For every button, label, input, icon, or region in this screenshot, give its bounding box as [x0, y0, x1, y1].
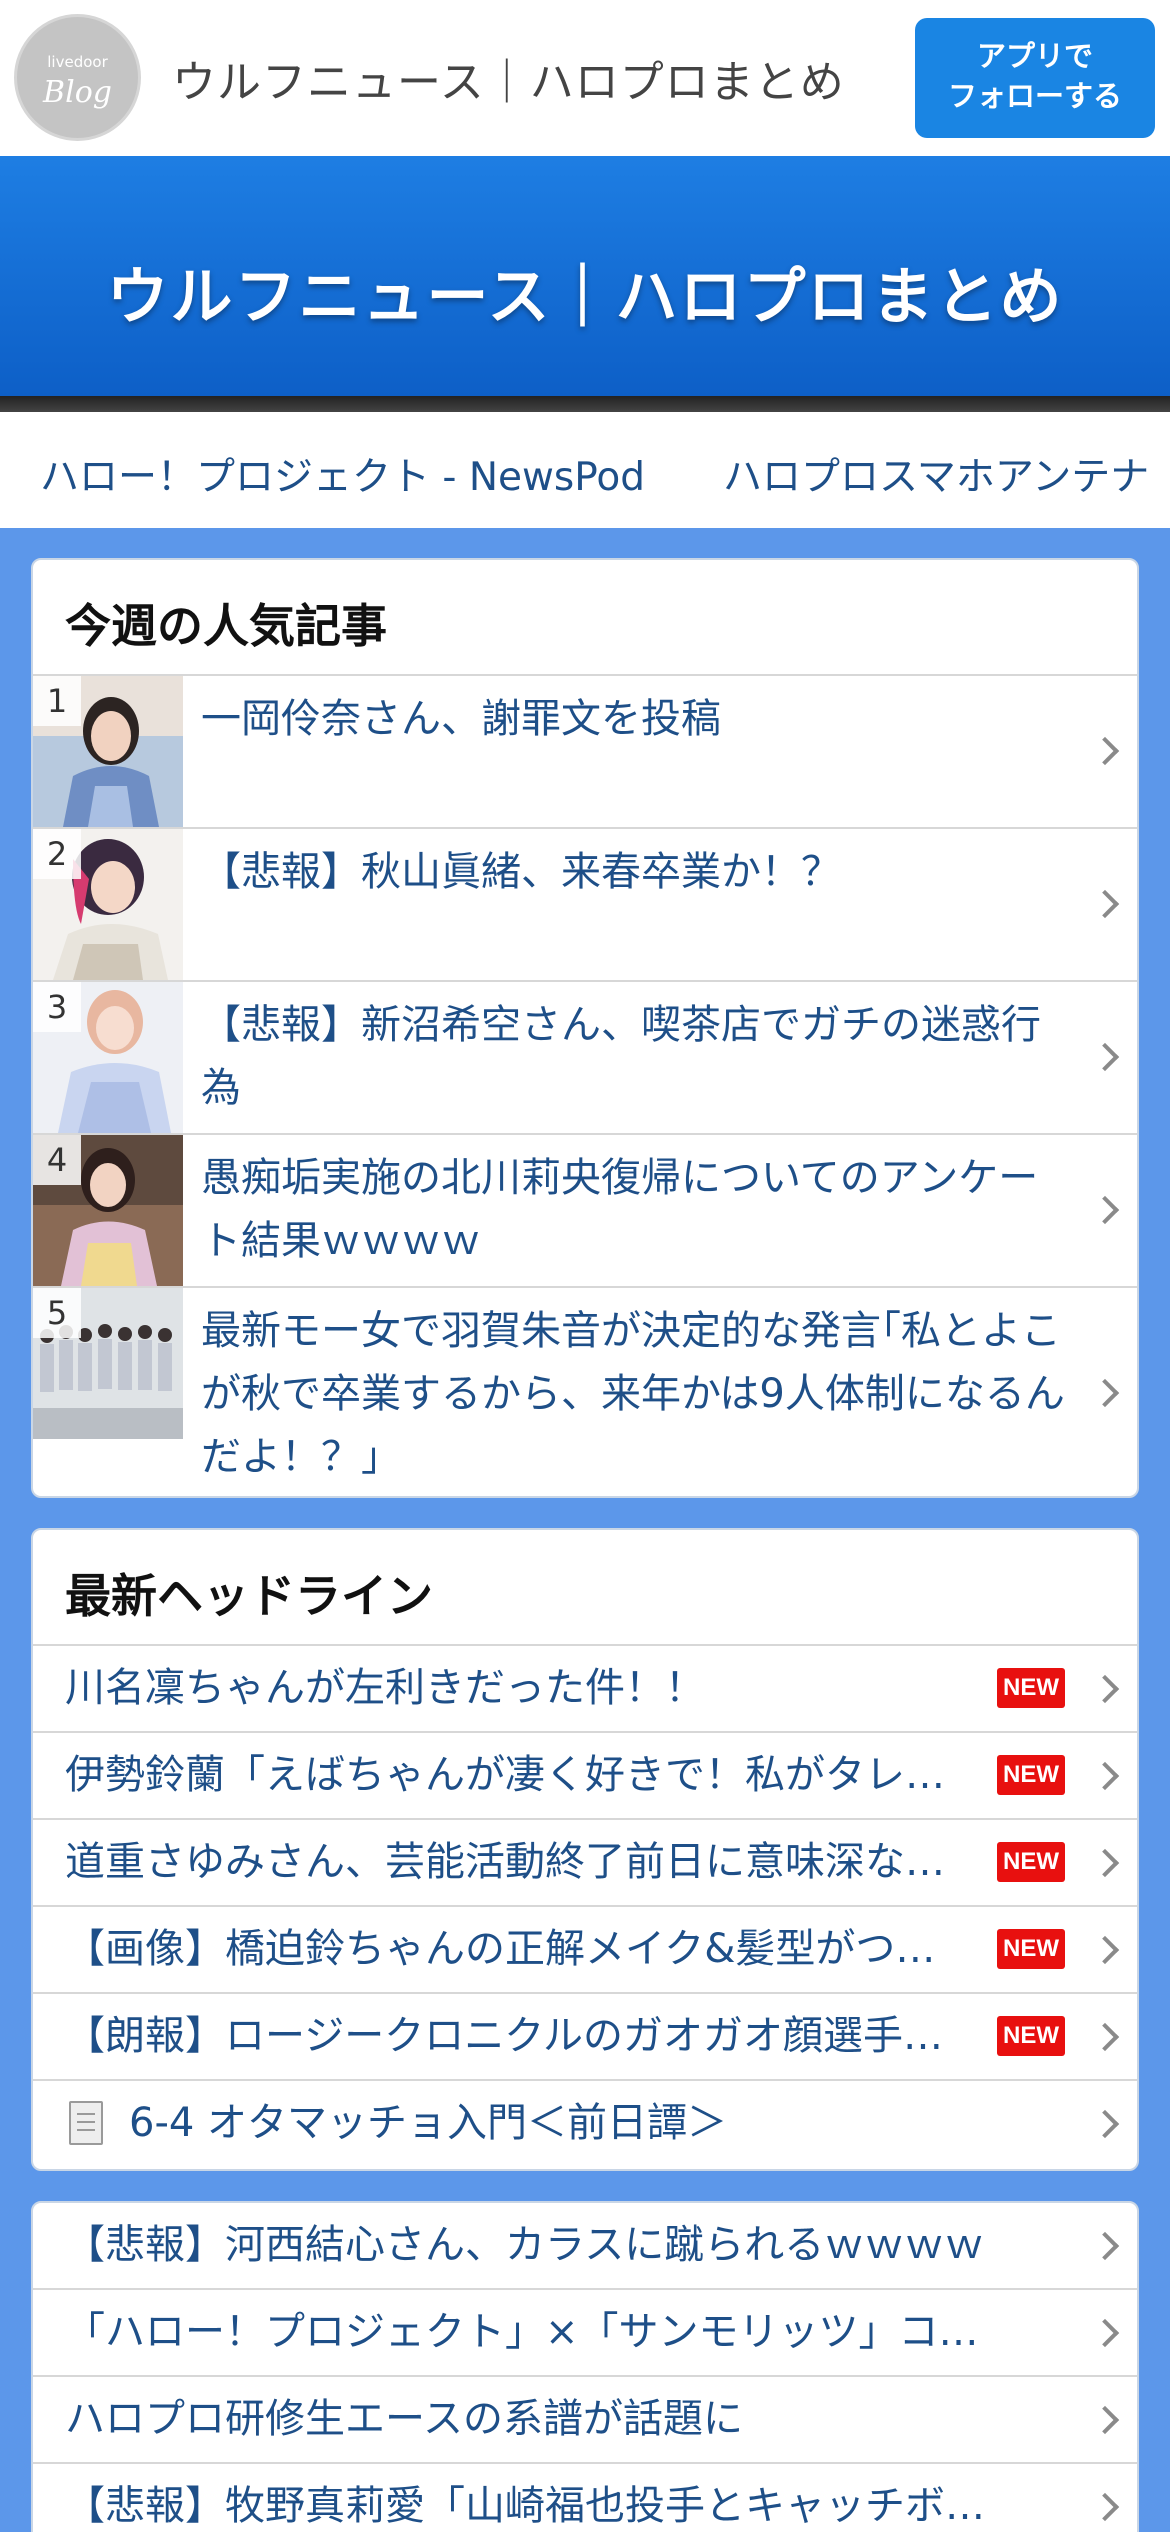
chevron-right-icon	[1090, 1761, 1120, 1791]
article-thumbnail: 2	[33, 829, 183, 980]
blog-header: ウルフニュース｜ハロプロまとめ	[0, 156, 1170, 396]
article-title: 最新モー女で羽賀朱音が決定的な発言｢私とよこが秋で卒業するから、来年かは9人体制…	[201, 1308, 1065, 1480]
header-divider	[0, 396, 1170, 412]
chevron-right-icon	[1090, 2022, 1120, 2052]
headline-item[interactable]: 伊勢鈴蘭「えばちゃんが凄く好きで！私がタレ… NEW	[33, 1733, 1137, 1820]
headline-title: ハロプロ研修生エースの系譜が話題に	[65, 2396, 743, 2442]
popular-heading: 今週の人気記事	[33, 560, 1137, 676]
follow-line-1: アプリで	[976, 39, 1093, 73]
popular-item[interactable]: 5 最新モー女で羽賀朱音が決定的な発言｢私とよこが秋で卒業するから、来年かは9人…	[33, 1288, 1137, 1496]
popular-articles-panel: 今週の人気記事 1 一岡伶奈さん、謝罪文を投稿 2 【悲報】秋山眞緒、来春卒業か…	[31, 558, 1139, 1498]
new-badge: NEW	[997, 2016, 1065, 2056]
article-thumbnail: 3	[33, 982, 183, 1133]
related-links-strip: ハロー！プロジェクト - NewsPod ハロプロスマホアンテナ	[0, 412, 1170, 528]
document-icon	[69, 2101, 103, 2145]
new-badge: NEW	[997, 1668, 1065, 1708]
rank-number: 2	[33, 829, 81, 879]
headline-item[interactable]: 川名凜ちゃんが左利きだった件！！ NEW	[33, 1646, 1137, 1733]
chevron-right-icon	[1090, 2492, 1120, 2522]
new-badge: NEW	[997, 1929, 1065, 1969]
headline-title: 「ハロー！プロジェクト」×「サンモリッツ」コ…	[65, 2309, 979, 2355]
article-title: 【悲報】秋山眞緒、来春卒業か！？	[201, 849, 841, 895]
popular-item[interactable]: 3 【悲報】新沼希空さん、喫茶店でガチの迷惑行為	[33, 982, 1137, 1135]
rank-number: 3	[33, 982, 81, 1032]
headline-item[interactable]: 「ハロー！プロジェクト」×「サンモリッツ」コ…	[33, 2290, 1137, 2377]
blog-logo[interactable]: livedoor Blog	[14, 14, 141, 141]
chevron-right-icon	[1090, 736, 1120, 766]
chevron-right-icon	[1090, 1674, 1120, 1704]
follow-line-2: フォローする	[947, 79, 1122, 113]
chevron-right-icon	[1090, 2318, 1120, 2348]
headline-item[interactable]: 【悲報】河西結心さん、カラスに蹴られるｗｗｗｗ	[33, 2203, 1137, 2290]
logo-big-text: Blog	[43, 75, 112, 110]
headline-title: 【朗報】ロージークロニクルのガオガオ顔選手…	[65, 2013, 943, 2059]
headline-title: 伊勢鈴蘭「えばちゃんが凄く好きで！私がタレ…	[65, 1752, 945, 1798]
headlines-heading: 最新ヘッドライン	[33, 1530, 1137, 1646]
link-newspod[interactable]: ハロー！プロジェクト - NewsPod	[40, 446, 645, 502]
headline-item[interactable]: 道重さゆみさん、芸能活動終了前日に意味深な… NEW	[33, 1820, 1137, 1907]
chevron-right-icon	[1090, 889, 1120, 919]
article-thumbnail: 1	[33, 676, 183, 827]
chevron-right-icon	[1090, 2405, 1120, 2435]
headline-item[interactable]: 6-4 オタマッチョ入門＜前日譚＞	[33, 2081, 1137, 2168]
latest-headlines-panel: 最新ヘッドライン 川名凜ちゃんが左利きだった件！！ NEW 伊勢鈴蘭「えばちゃん…	[31, 1528, 1139, 2171]
article-title: 【悲報】新沼希空さん、喫茶店でガチの迷惑行為	[201, 1002, 1041, 1111]
article-thumbnail: 5	[33, 1288, 183, 1439]
chevron-right-icon	[1090, 1935, 1120, 1965]
new-badge: NEW	[997, 1842, 1065, 1882]
banner-title: ウルフニュース｜ハロプロまとめ	[172, 57, 845, 108]
chevron-right-icon	[1090, 2109, 1120, 2139]
headline-item[interactable]: 【朗報】ロージークロニクルのガオガオ顔選手… NEW	[33, 1994, 1137, 2081]
headline-title: 道重さゆみさん、芸能活動終了前日に意味深な…	[65, 1839, 945, 1885]
chevron-right-icon	[1090, 2231, 1120, 2261]
rank-number: 5	[33, 1288, 81, 1338]
app-banner: livedoor Blog ウルフニュース｜ハロプロまとめ アプリで フォローす…	[0, 0, 1170, 156]
article-title: 愚痴垢実施の北川莉央復帰についてのアンケート結果ｗｗｗｗ	[201, 1155, 1039, 1264]
chevron-right-icon	[1090, 1848, 1120, 1878]
headline-item[interactable]: 【悲報】牧野真莉愛「山崎福也投手とキャッチボ…	[33, 2464, 1137, 2532]
headline-item[interactable]: 【画像】橋迫鈴ちゃんの正解メイク&髪型がつ… NEW	[33, 1907, 1137, 1994]
chevron-right-icon	[1090, 1042, 1120, 1072]
headline-title: 【悲報】河西結心さん、カラスに蹴られるｗｗｗｗ	[65, 2222, 985, 2268]
rank-number: 1	[33, 676, 81, 726]
chevron-right-icon	[1090, 1195, 1120, 1225]
new-badge: NEW	[997, 1755, 1065, 1795]
article-title: 一岡伶奈さん、謝罪文を投稿	[201, 696, 721, 742]
headline-title: 【悲報】牧野真莉愛「山崎福也投手とキャッチボ…	[65, 2483, 985, 2529]
headline-title: 川名凜ちゃんが左利きだった件！！	[65, 1665, 705, 1711]
article-thumbnail: 4	[33, 1135, 183, 1286]
blog-title[interactable]: ウルフニュース｜ハロプロまとめ	[0, 246, 1170, 336]
headline-item[interactable]: ハロプロ研修生エースの系譜が話題に	[33, 2377, 1137, 2464]
rank-number: 4	[33, 1135, 81, 1185]
follow-in-app-button[interactable]: アプリで フォローする	[915, 18, 1155, 138]
headline-title: 【画像】橋迫鈴ちゃんの正解メイク&髪型がつ…	[65, 1926, 936, 1972]
more-headlines-panel: 【悲報】河西結心さん、カラスに蹴られるｗｗｗｗ 「ハロー！プロジェクト」×「サン…	[31, 2201, 1139, 2532]
link-smartphone-antenna[interactable]: ハロプロスマホアンテナ	[723, 446, 1149, 502]
logo-small-text: livedoor	[47, 53, 108, 71]
popular-item[interactable]: 2 【悲報】秋山眞緒、来春卒業か！？	[33, 829, 1137, 982]
chevron-right-icon	[1090, 1378, 1120, 1408]
popular-item[interactable]: 4 愚痴垢実施の北川莉央復帰についてのアンケート結果ｗｗｗｗ	[33, 1135, 1137, 1288]
popular-item[interactable]: 1 一岡伶奈さん、謝罪文を投稿	[33, 676, 1137, 829]
headline-title: 6-4 オタマッチョ入門＜前日譚＞	[129, 2100, 728, 2146]
